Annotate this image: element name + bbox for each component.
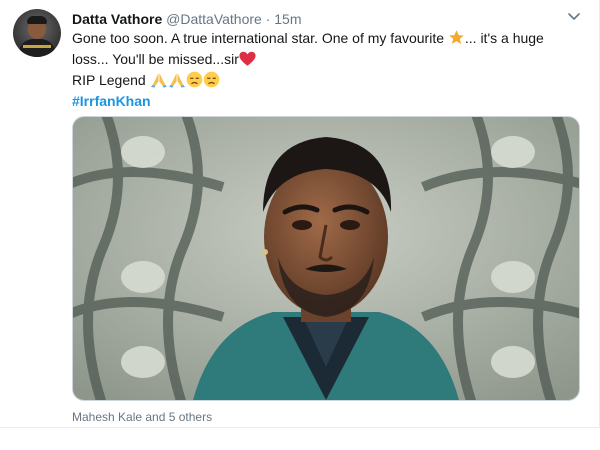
tweet-text-part-2: ... it's a huge [464, 30, 544, 46]
disappointed-face-emoji-icon [203, 71, 220, 92]
chevron-down-icon[interactable] [566, 8, 582, 24]
tweet-media-image[interactable] [72, 116, 580, 401]
star-emoji-icon [448, 29, 465, 50]
avatar-shirt [19, 39, 55, 57]
tweet-text-line-3: RIP Legend [72, 72, 150, 88]
hashtag-link[interactable]: #IrrfanKhan [72, 93, 151, 109]
author-handle[interactable]: @DattaVathore [166, 11, 262, 27]
avatar-stripe [23, 45, 51, 48]
tweet-line-2: loss... You'll be missed...sir [72, 50, 582, 71]
page-background [0, 428, 600, 450]
tweet-header: Datta Vathore @DattaVathore · 15m [72, 9, 302, 29]
tweet-timestamp[interactable]: 15m [274, 11, 301, 27]
red-heart-emoji-icon [239, 51, 256, 71]
folded-hands-emoji-icon [168, 71, 186, 92]
tweet-card[interactable]: Datta Vathore @DattaVathore · 15m Gone t… [0, 0, 600, 428]
tweet-text-part-1: Gone too soon. A true international star… [72, 30, 448, 46]
folded-hands-emoji-icon [150, 71, 168, 92]
tweet-line-4: #IrrfanKhan [72, 92, 582, 110]
avatar[interactable] [13, 9, 61, 57]
author-name[interactable]: Datta Vathore [72, 11, 162, 27]
tweet-text: Gone too soon. A true international star… [72, 29, 582, 110]
disappointed-face-emoji-icon [186, 71, 203, 92]
header-separator: · [265, 11, 271, 27]
avatar-hair [27, 16, 47, 24]
tweet-line-1: Gone too soon. A true international star… [72, 29, 582, 50]
liked-by-text[interactable]: Mahesh Kale and 5 others [72, 409, 212, 425]
tweet-line-3: RIP Legend [72, 71, 582, 92]
tweet-text-line-2: loss... You'll be missed...sir [72, 51, 239, 67]
portrait-photo [73, 117, 579, 400]
